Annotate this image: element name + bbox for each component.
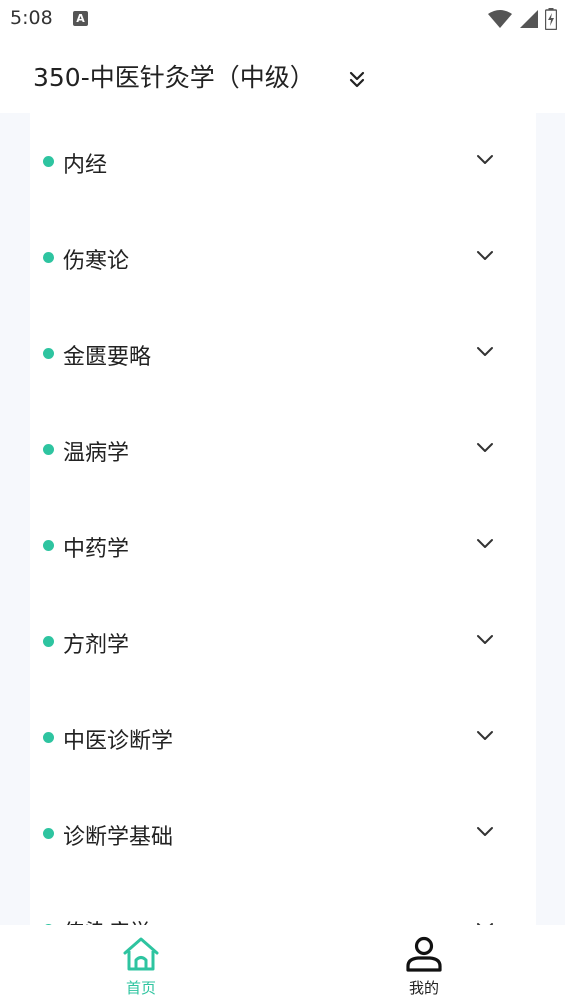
subject-label: 伤寒论 bbox=[63, 249, 130, 274]
bullet-dot-icon bbox=[43, 540, 54, 551]
subject-item[interactable]: 伤寒论 bbox=[30, 209, 536, 305]
notification-icon: A bbox=[73, 11, 88, 26]
home-icon bbox=[123, 937, 159, 971]
wifi-icon bbox=[488, 10, 512, 28]
subject-item[interactable]: 金匮要略 bbox=[30, 305, 536, 401]
subject-label: 金匮要略 bbox=[63, 345, 152, 370]
nav-mine-label: 我的 bbox=[408, 979, 439, 997]
subject-label: 方剂学 bbox=[63, 633, 130, 658]
battery-icon bbox=[545, 8, 557, 30]
chevron-down-icon[interactable] bbox=[474, 151, 496, 169]
chevron-down-icon[interactable] bbox=[474, 535, 496, 553]
subject-label: 中药学 bbox=[63, 537, 130, 562]
status-icons bbox=[487, 8, 557, 30]
person-icon bbox=[406, 936, 442, 972]
bullet-dot-icon bbox=[43, 828, 54, 839]
subject-label: 温病学 bbox=[63, 441, 130, 466]
bullet-dot-icon bbox=[43, 348, 54, 359]
chevron-down-icon[interactable] bbox=[474, 823, 496, 841]
exam-title[interactable]: 350-中医针灸学（中级） bbox=[33, 58, 315, 94]
nav-home-tab[interactable]: 首页 bbox=[81, 925, 201, 1004]
bullet-dot-icon bbox=[43, 156, 54, 167]
double-chevron-down-icon[interactable] bbox=[346, 68, 368, 90]
subject-item[interactable]: 温病学 bbox=[30, 401, 536, 497]
nav-home-label: 首页 bbox=[125, 979, 156, 997]
bullet-dot-icon bbox=[43, 636, 54, 647]
chevron-down-icon[interactable] bbox=[474, 247, 496, 265]
chevron-down-icon[interactable] bbox=[474, 631, 496, 649]
subject-item[interactable]: 中药学 bbox=[30, 497, 536, 593]
subject-item[interactable]: 传染病学 bbox=[30, 881, 536, 925]
chevron-down-icon[interactable] bbox=[474, 727, 496, 745]
chevron-down-icon[interactable] bbox=[474, 439, 496, 457]
bullet-dot-icon bbox=[43, 252, 54, 263]
chevron-down-icon[interactable] bbox=[474, 343, 496, 361]
bottom-nav: 首页 我的 bbox=[0, 925, 565, 1004]
bullet-dot-icon bbox=[43, 732, 54, 743]
subject-label: 中医诊断学 bbox=[63, 729, 174, 754]
subject-label: 内经 bbox=[63, 153, 108, 178]
subject-label: 传染病学 bbox=[63, 915, 151, 925]
header: 350-中医针灸学（中级） bbox=[0, 38, 565, 113]
content-area: 内经 伤寒论 金匮要略 温病学 中药学 方剂学 中医诊断学 诊断学基础 bbox=[0, 113, 565, 925]
nav-mine-tab[interactable]: 我的 bbox=[364, 925, 484, 1004]
subject-item[interactable]: 内经 bbox=[30, 113, 536, 209]
status-time: 5:08 bbox=[10, 7, 53, 29]
subject-list: 内经 伤寒论 金匮要略 温病学 中药学 方剂学 中医诊断学 诊断学基础 bbox=[30, 113, 536, 925]
subject-item[interactable]: 中医诊断学 bbox=[30, 689, 536, 785]
cellular-signal-icon bbox=[520, 10, 538, 28]
subject-item[interactable]: 方剂学 bbox=[30, 593, 536, 689]
subject-item[interactable]: 诊断学基础 bbox=[30, 785, 536, 881]
status-bar: 5:08 A bbox=[0, 0, 565, 38]
subject-label: 诊断学基础 bbox=[63, 825, 174, 850]
bullet-dot-icon bbox=[43, 444, 54, 455]
